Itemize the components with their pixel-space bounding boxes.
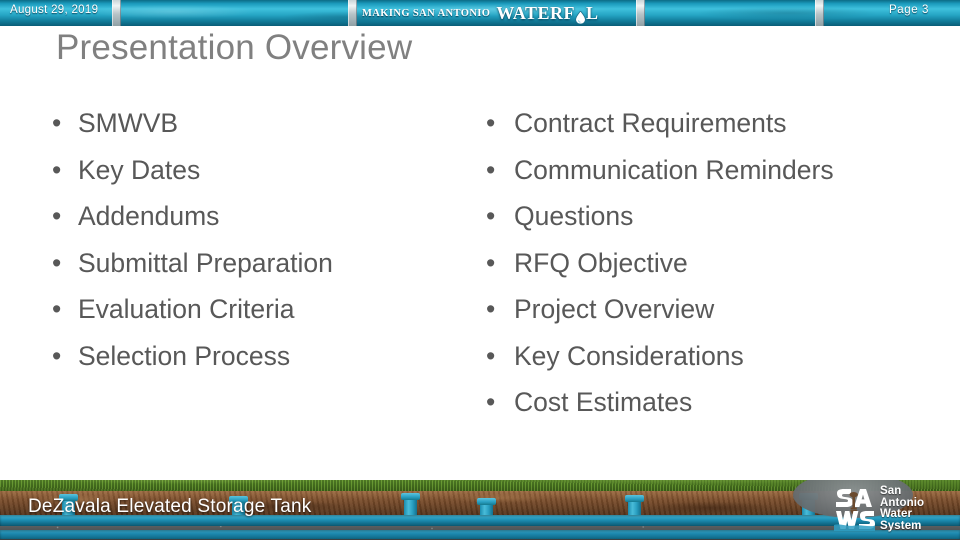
- list-item-label: RFQ Objective: [514, 247, 688, 278]
- list-item-label: Project Overview: [514, 294, 715, 324]
- right-bullet-column: • Contract Requirements • Communication …: [486, 100, 916, 426]
- list-item-label: Evaluation Criteria: [78, 294, 295, 324]
- brand-prefix-text: MAKING SAN ANTONIO: [362, 7, 491, 19]
- list-item: • Communication Reminders: [486, 147, 916, 194]
- bullet-dot-icon: •: [486, 154, 496, 185]
- list-item: • SMWVB: [52, 100, 452, 147]
- pipe-riser-cap: [477, 498, 496, 505]
- bullet-dot-icon: •: [486, 294, 496, 324]
- list-item: • Key Dates: [52, 147, 452, 194]
- list-item-label: Addendums: [78, 201, 220, 231]
- bullet-dot-icon: •: [52, 340, 62, 371]
- list-item: • Project Overview: [486, 286, 916, 333]
- pipe-joint-icon: [348, 0, 357, 26]
- list-item-label: Selection Process: [78, 340, 291, 371]
- list-item-label: Communication Reminders: [514, 154, 834, 185]
- bullet-dot-icon: •: [52, 108, 62, 138]
- saws-monogram-icon: [833, 487, 875, 531]
- project-caption: DeZavala Elevated Storage Tank: [28, 496, 312, 517]
- pipe-riser-cap: [625, 495, 644, 502]
- right-bullet-list: • Contract Requirements • Communication …: [486, 100, 916, 426]
- list-item: • RFQ Objective: [486, 240, 916, 287]
- bullet-dot-icon: •: [486, 387, 496, 417]
- bullet-dot-icon: •: [52, 247, 62, 278]
- page-title: Presentation Overview: [56, 28, 413, 67]
- list-item: • Cost Estimates: [486, 379, 916, 426]
- bullet-dot-icon: •: [52, 201, 62, 231]
- list-item-label: SMWVB: [78, 108, 179, 138]
- left-bullet-column: • SMWVB • Key Dates • Addendums • Submit…: [52, 100, 452, 379]
- list-item: • Evaluation Criteria: [52, 286, 452, 333]
- water-drop-icon: [575, 8, 586, 24]
- saws-logo: San Antonio Water System: [785, 480, 960, 540]
- bullet-dot-icon: •: [486, 201, 496, 231]
- logo-wordmark: San Antonio Water System: [880, 485, 924, 532]
- list-item-label: Key Dates: [78, 154, 201, 185]
- logo-line-1: San: [880, 485, 902, 497]
- brand-name-part-b: L: [586, 2, 599, 23]
- pipe-joint-icon: [112, 0, 121, 26]
- brand-name-part-a: WATERF: [496, 2, 576, 23]
- list-item: • Submittal Preparation: [52, 240, 452, 287]
- list-item-label: Questions: [514, 201, 634, 231]
- bullet-dot-icon: •: [52, 294, 62, 324]
- bullet-dot-icon: •: [52, 154, 62, 185]
- list-item: • Contract Requirements: [486, 100, 916, 147]
- bullet-dot-icon: •: [486, 340, 496, 371]
- left-bullet-list: • SMWVB • Key Dates • Addendums • Submit…: [52, 100, 452, 379]
- pipe-joint-icon: [636, 0, 645, 26]
- list-item-label: Contract Requirements: [514, 108, 787, 138]
- footer-graphic: DeZavala Elevated Storage Tank San Anton…: [0, 480, 960, 540]
- list-item: • Key Considerations: [486, 333, 916, 380]
- pipe-joint-icon: [815, 0, 824, 26]
- list-item-label: Cost Estimates: [514, 387, 693, 417]
- brand-name-text: WATERF L: [496, 3, 598, 24]
- bullet-dot-icon: •: [486, 108, 496, 138]
- slide: August 29, 2019 MAKING SAN ANTONIO WATER…: [0, 0, 960, 540]
- logo-line-3: Water: [880, 508, 913, 520]
- list-item: • Selection Process: [52, 333, 452, 380]
- pipe-riser-cap: [401, 493, 420, 500]
- slide-date: August 29, 2019: [10, 4, 99, 16]
- page-number: Page 3: [888, 4, 929, 16]
- list-item: • Addendums: [52, 193, 452, 240]
- list-item-label: Key Considerations: [514, 340, 744, 371]
- bullet-dot-icon: •: [486, 247, 496, 278]
- logo-content: San Antonio Water System: [785, 480, 960, 540]
- logo-line-4: System: [880, 519, 922, 532]
- list-item-label: Submittal Preparation: [78, 247, 333, 278]
- list-item: • Questions: [486, 193, 916, 240]
- brand-lockup: MAKING SAN ANTONIO WATERF L: [362, 0, 599, 26]
